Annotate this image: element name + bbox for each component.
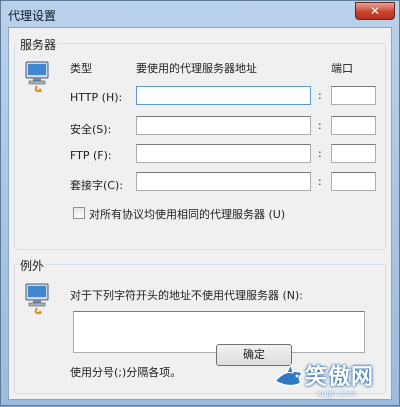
exceptions-computer-icon xyxy=(25,283,49,315)
title-bar[interactable]: 代理设置 ✕ xyxy=(1,1,399,27)
close-icon: ✕ xyxy=(369,4,381,18)
watermark-url: xajjn.com xyxy=(317,389,356,398)
http-address-input[interactable] xyxy=(136,86,311,105)
same-proxy-checkbox[interactable] xyxy=(73,207,85,219)
ftp-colon: : xyxy=(318,147,322,160)
ftp-label: FTP (F): xyxy=(70,149,112,162)
secure-colon: : xyxy=(318,119,322,132)
servers-group: 服务器 类型 要使用的代理服务器地址 端口 HTTP (H): : 安全(S):… xyxy=(14,36,386,250)
socks-port-input[interactable] xyxy=(331,172,376,191)
ftp-address-input[interactable] xyxy=(136,144,311,163)
secure-address-input[interactable] xyxy=(136,116,311,135)
shark-logo-icon xyxy=(273,363,305,387)
ftp-port-input[interactable] xyxy=(331,144,376,163)
exceptions-description: 对于下列字符开头的地址不使用代理服务器 (N): xyxy=(70,289,304,302)
site-watermark: 笑傲网 xajjn.com xyxy=(269,357,400,407)
same-proxy-label[interactable]: 对所有协议均使用相同的代理服务器 (U) xyxy=(89,206,285,222)
http-port-input[interactable] xyxy=(331,86,376,105)
http-label: HTTP (H): xyxy=(70,91,123,104)
exceptions-legend: 例外 xyxy=(18,257,47,274)
window-title: 代理设置 xyxy=(8,9,57,23)
dialog-client-area: 服务器 类型 要使用的代理服务器地址 端口 HTTP (H): : 安全(S):… xyxy=(8,27,392,400)
socks-label: 套接字(C): xyxy=(70,179,123,192)
http-colon: : xyxy=(318,89,322,102)
socks-address-input[interactable] xyxy=(136,172,311,191)
type-column-header: 类型 xyxy=(70,62,92,75)
proxy-settings-window: 代理设置 ✕ 服务器 类型 要使用的代理服务器地址 端口 HTTP (H): : xyxy=(0,0,400,406)
servers-legend: 服务器 xyxy=(18,36,59,53)
exceptions-hint: 使用分号(;)分隔各项。 xyxy=(70,366,182,379)
proxy-computer-icon xyxy=(25,61,49,93)
port-column-header: 端口 xyxy=(331,62,353,75)
socks-colon: : xyxy=(318,175,322,188)
secure-label: 安全(S): xyxy=(70,123,112,136)
watermark-text: 笑傲网 xyxy=(305,365,375,390)
secure-port-input[interactable] xyxy=(331,116,376,135)
close-button[interactable]: ✕ xyxy=(355,2,395,20)
address-column-header: 要使用的代理服务器地址 xyxy=(136,62,257,75)
